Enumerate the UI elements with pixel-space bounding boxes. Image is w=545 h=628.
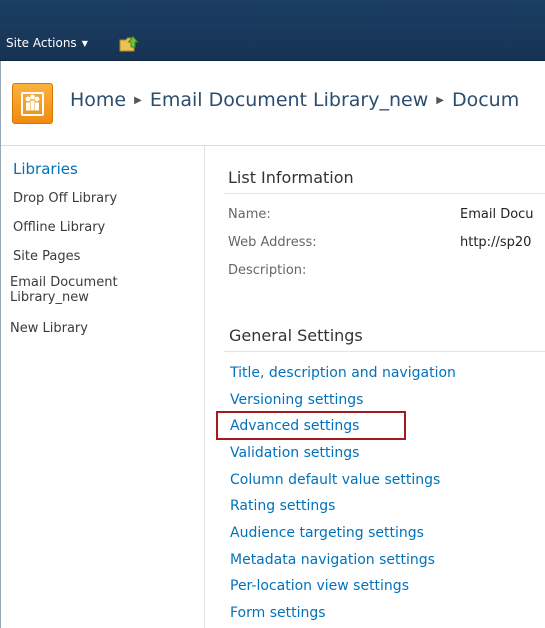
site-actions-menu[interactable]: Site Actions ▼ xyxy=(6,36,88,50)
nav-item-new-library[interactable]: New Library xyxy=(10,321,150,336)
general-settings-title: General Settings xyxy=(229,326,363,345)
chevron-down-icon: ▼ xyxy=(81,38,88,48)
link-metadata-navigation-settings[interactable]: Metadata navigation settings xyxy=(230,552,435,568)
list-information-title: List Information xyxy=(228,168,354,187)
name-label: Name: xyxy=(228,207,271,222)
section-divider xyxy=(224,193,545,194)
nav-item-email-document-library[interactable]: Email Document Library_new xyxy=(10,275,140,305)
link-audience-targeting-settings[interactable]: Audience targeting settings xyxy=(230,525,424,541)
link-form-settings[interactable]: Form settings xyxy=(230,605,326,621)
nav-heading-libraries[interactable]: Libraries xyxy=(13,160,78,178)
breadcrumb-home[interactable]: Home xyxy=(70,89,126,111)
link-validation-settings[interactable]: Validation settings xyxy=(230,445,359,461)
nav-item-site-pages[interactable]: Site Pages xyxy=(13,249,153,264)
chevron-right-icon: ▶ xyxy=(436,94,444,106)
link-title-description-navigation[interactable]: Title, description and navigation xyxy=(230,365,456,381)
link-versioning-settings[interactable]: Versioning settings xyxy=(230,392,363,408)
nav-item-offline-library[interactable]: Offline Library xyxy=(13,220,153,235)
left-navigation: Libraries Drop Off Library Offline Libra… xyxy=(0,146,205,628)
description-label: Description: xyxy=(228,263,307,278)
web-address-value: http://sp20 xyxy=(460,235,532,250)
name-value: Email Docu xyxy=(460,207,534,222)
link-column-default-value-settings[interactable]: Column default value settings xyxy=(230,472,440,488)
nav-item-drop-off-library[interactable]: Drop Off Library xyxy=(13,191,153,206)
ribbon-bar: Site Actions ▼ xyxy=(0,0,545,61)
breadcrumb-current: Docum xyxy=(451,89,520,111)
title-area: Home ▶ Email Document Library_new ▶ Docu… xyxy=(0,61,545,146)
web-address-label: Web Address: xyxy=(228,235,317,250)
breadcrumb-library[interactable]: Email Document Library_new xyxy=(150,89,428,111)
breadcrumb: Home ▶ Email Document Library_new ▶ Docu… xyxy=(70,89,519,111)
link-per-location-view-settings[interactable]: Per-location view settings xyxy=(230,578,409,594)
people-site-icon[interactable] xyxy=(12,83,53,124)
page-border xyxy=(0,61,1,628)
highlight-box xyxy=(216,411,406,440)
site-actions-label: Site Actions xyxy=(6,36,77,50)
link-rating-settings[interactable]: Rating settings xyxy=(230,498,335,514)
section-divider xyxy=(224,351,545,352)
chevron-right-icon: ▶ xyxy=(134,94,142,106)
folder-up-arrow-icon[interactable] xyxy=(119,35,139,53)
